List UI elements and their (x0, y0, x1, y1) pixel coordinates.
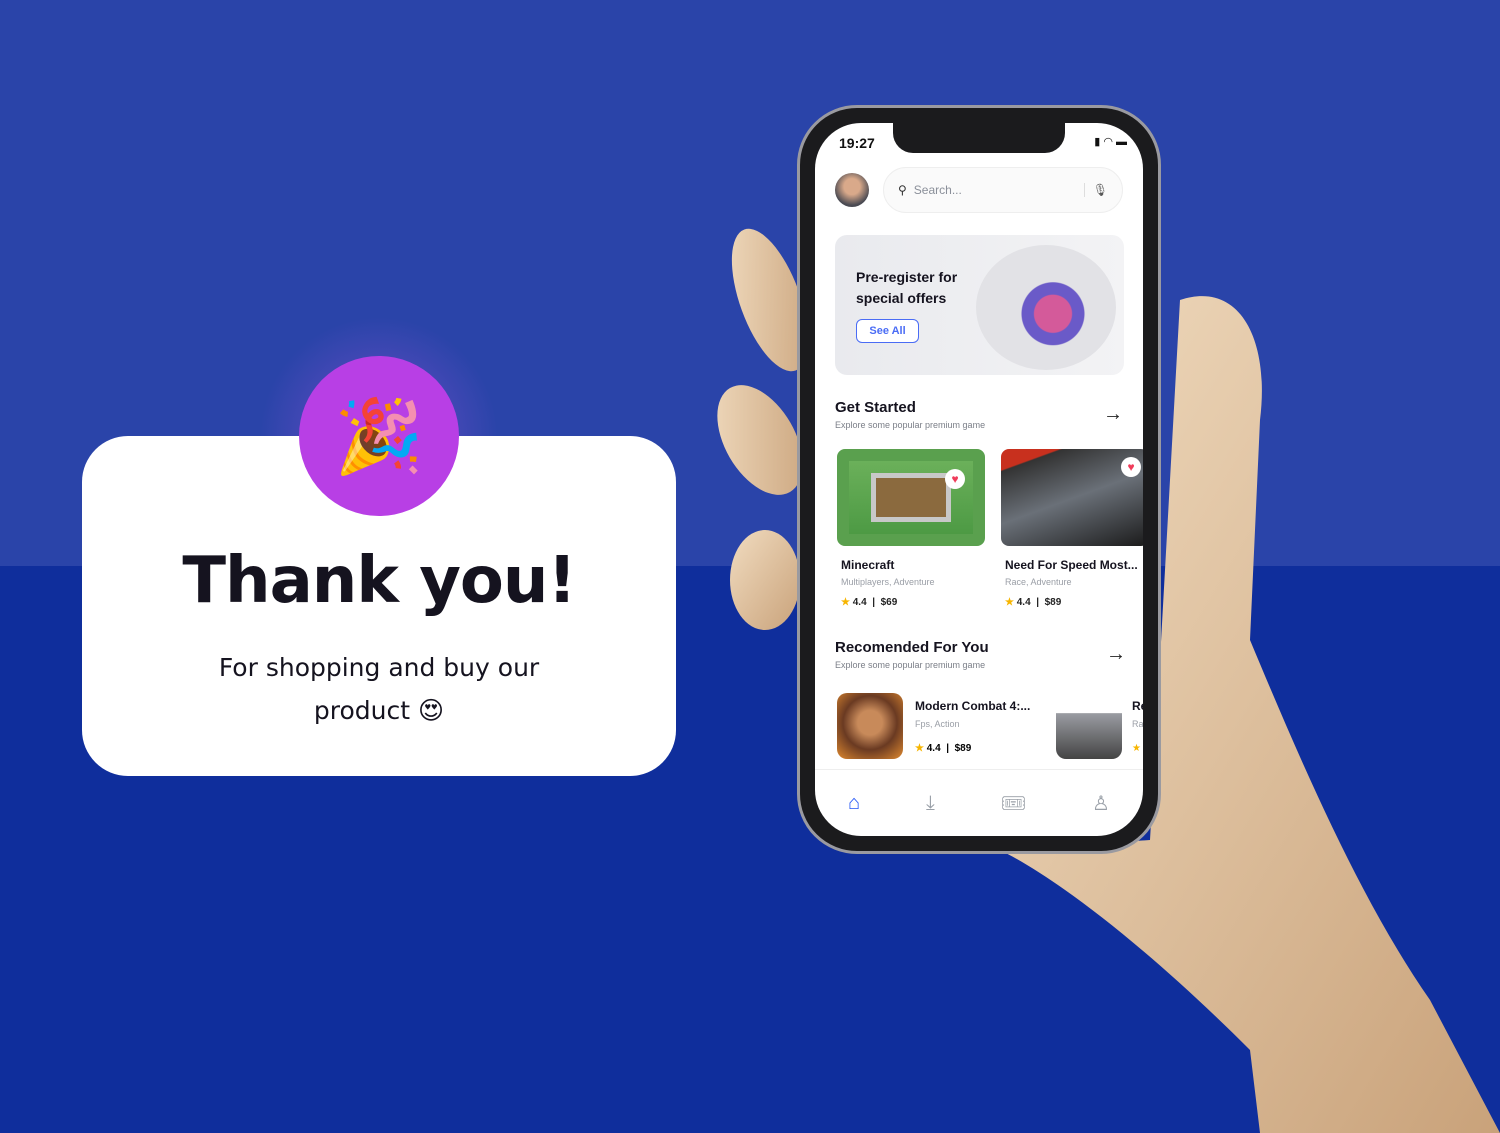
section-title: Recomended For You (835, 639, 989, 656)
game-title: Modern Combat 4:... (915, 699, 1031, 713)
battery-icon: ▬ (1116, 136, 1127, 148)
phone-mockup: 19:27 ▮ ◠ ▬ ⚲ Search... 🎙 Pre-register f… (797, 105, 1161, 854)
signal-icon: ▮ (1094, 136, 1101, 148)
game-card[interactable]: ♥ Minecraft Multiplayers, Adventure ★ 4.… (837, 449, 985, 608)
star-icon: ★ (915, 743, 924, 754)
real-drift-thumbnail (1056, 693, 1122, 759)
arrow-right-icon[interactable]: → (1103, 403, 1123, 426)
microphone-icon[interactable]: 🎙 (1083, 183, 1108, 197)
promo-banner[interactable]: Pre-register for special offers See All (835, 235, 1124, 375)
status-time: 19:27 (839, 135, 875, 151)
game-characters-image (976, 245, 1116, 370)
nfs-thumbnail: ♥ (1001, 449, 1143, 546)
game-title: Minecraft (841, 558, 895, 572)
get-started-header: Get Started Explore some popular premium … (835, 399, 985, 430)
see-all-button[interactable]: See All (856, 319, 919, 343)
app-screen: 19:27 ▮ ◠ ▬ ⚲ Search... 🎙 Pre-register f… (815, 123, 1143, 836)
promo-title: Pre-register for special offers (856, 269, 958, 306)
avatar[interactable] (835, 173, 869, 207)
home-icon[interactable]: ⌂ (848, 792, 860, 815)
modern-combat-thumbnail (837, 693, 903, 759)
section-subtitle: Explore some popular premium game (835, 660, 986, 670)
star-icon: ★ (1132, 743, 1141, 754)
recommended-item[interactable]: Modern Combat 4:... Fps, Action ★ 4.4 | … (837, 693, 1030, 759)
arrow-right-icon[interactable]: → (1106, 643, 1126, 666)
wifi-icon: ◠ (1103, 136, 1113, 148)
star-icon: ★ (1005, 597, 1014, 608)
rating: 4.4 (1016, 597, 1031, 608)
bottom-nav: ⌂ ⤓ 🎟︎ ♙ (815, 769, 1143, 836)
game-genre: Ra (1132, 719, 1143, 729)
profile-icon[interactable]: ♙ (1092, 791, 1110, 816)
minecraft-thumbnail: ♥ (837, 449, 985, 546)
section-subtitle: Explore some popular premium game (835, 420, 986, 430)
rating: 4.4 (926, 743, 941, 754)
price: $89 (1044, 597, 1062, 608)
recommended-header: Recomended For You Explore some popular p… (835, 639, 989, 670)
notch (893, 123, 1065, 153)
rating: 4.4 (852, 597, 867, 608)
downloads-icon[interactable]: ⤓ (926, 792, 935, 815)
heart-icon[interactable]: ♥ (1121, 457, 1141, 477)
star-icon: ★ (841, 597, 850, 608)
thank-you-subtitle: For shopping and buy our product 😍 (218, 653, 540, 725)
price: $69 (880, 597, 898, 608)
recommended-item[interactable]: Re Ra ★ (1056, 693, 1143, 759)
thank-you-title: Thank you! (182, 544, 576, 618)
search-icon: ⚲ (898, 183, 907, 197)
search-input[interactable]: ⚲ Search... 🎙 (883, 167, 1123, 213)
game-genre: Fps, Action (915, 719, 960, 729)
price: $89 (954, 743, 972, 754)
game-title: Need For Speed Most... (1005, 558, 1138, 572)
party-popper-icon: 🎉 (299, 356, 459, 516)
game-genre: Race, Adventure (1005, 577, 1072, 587)
heart-icon[interactable]: ♥ (945, 469, 965, 489)
search-placeholder: Search... (913, 183, 962, 197)
ticket-icon[interactable]: 🎟︎ (1001, 791, 1026, 816)
section-title: Get Started (835, 399, 916, 416)
game-genre: Multiplayers, Adventure (841, 577, 935, 587)
game-title: Re (1132, 699, 1143, 713)
game-card[interactable]: ♥ Need For Speed Most... Race, Adventure… (1001, 449, 1143, 608)
status-icons: ▮ ◠ ▬ (1094, 135, 1127, 148)
